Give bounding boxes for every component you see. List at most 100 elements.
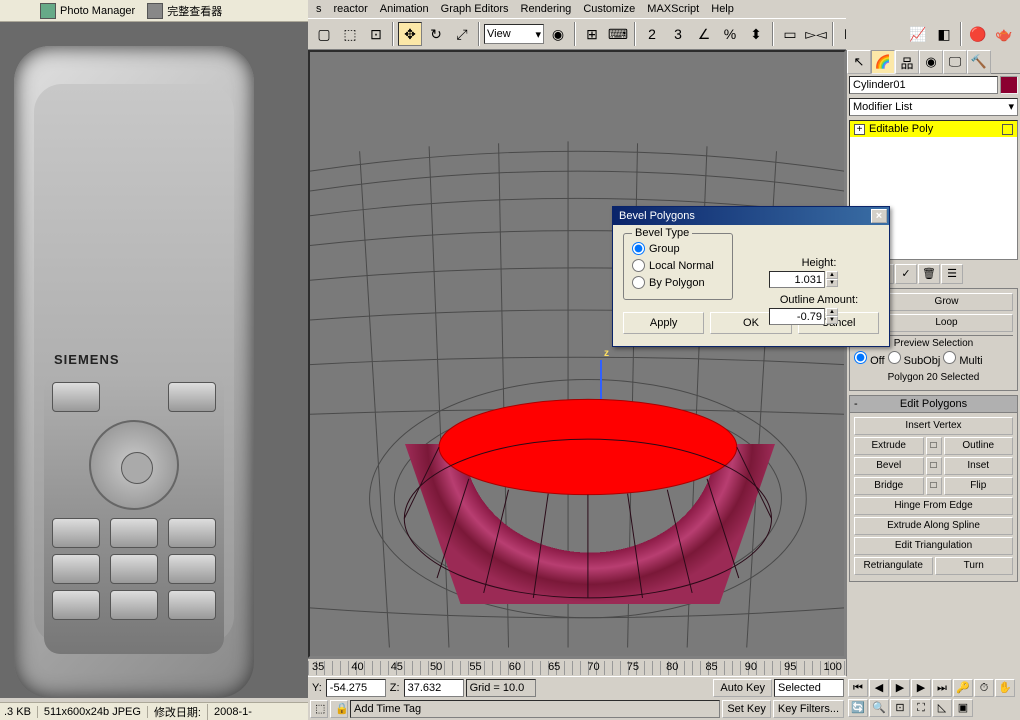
loop-button[interactable]: Loop <box>880 314 1013 332</box>
preview-off-radio[interactable]: Off <box>854 351 885 367</box>
apply-button[interactable]: Apply <box>623 312 704 334</box>
add-time-tag[interactable]: Add Time Tag <box>350 700 720 718</box>
modify-tab-icon[interactable]: 🌈 <box>871 50 895 74</box>
editable-poly-item[interactable]: + Editable Poly <box>850 121 1017 137</box>
expand-icon[interactable]: + <box>854 124 865 135</box>
zoom-all-icon[interactable]: ⊡ <box>890 699 910 717</box>
mirror-icon[interactable]: ▻◅ <box>804 22 828 46</box>
spinner-snap-icon[interactable]: ⬍ <box>744 22 768 46</box>
object-name-field[interactable]: Cylinder01 <box>849 76 998 94</box>
next-frame-icon[interactable]: ▶ <box>911 679 931 697</box>
select-manipulate-icon[interactable]: ⊞ <box>580 22 604 46</box>
z-coord-field[interactable]: 37.632 <box>404 679 464 697</box>
key-filters-button[interactable]: Key Filters... <box>773 700 844 718</box>
preview-multi-radio[interactable]: Multi <box>943 351 982 367</box>
photo-manager-link[interactable]: Photo Manager <box>40 3 135 19</box>
render-scene-icon[interactable]: 🫖 <box>992 22 1016 46</box>
hinge-from-edge-button[interactable]: Hinge From Edge <box>854 497 1013 515</box>
bevel-settings-icon[interactable]: □ <box>926 457 942 475</box>
snap-2d-icon[interactable]: 2 <box>640 22 664 46</box>
menu-reactor[interactable]: reactor <box>328 3 374 15</box>
keyboard-shortcut-icon[interactable]: ⌨ <box>606 22 630 46</box>
outline-input[interactable] <box>769 308 825 325</box>
time-config-icon[interactable]: ⏱ <box>974 679 994 697</box>
move-tool-icon[interactable]: ✥ <box>398 22 422 46</box>
pivot-icon[interactable]: ◉ <box>546 22 570 46</box>
lock-selection-icon[interactable]: 🔒 <box>330 700 348 718</box>
select-crossing-icon[interactable]: ⊡ <box>364 22 388 46</box>
angle-snap-icon[interactable]: ∠ <box>692 22 716 46</box>
auto-key-button[interactable]: Auto Key <box>713 679 772 697</box>
utilities-tab-icon[interactable]: 🔨 <box>967 50 991 74</box>
menu-help[interactable]: Help <box>705 3 740 15</box>
grow-button[interactable]: Grow <box>880 293 1013 311</box>
turn-button[interactable]: Turn <box>935 557 1014 575</box>
object-color-swatch[interactable] <box>1000 76 1018 94</box>
modifier-list-dropdown[interactable]: Modifier List▾ <box>849 98 1018 116</box>
close-icon[interactable]: × <box>871 209 887 223</box>
height-input[interactable] <box>769 271 825 288</box>
spin-down-icon[interactable]: ▼ <box>826 279 838 287</box>
stack-toggle-icon[interactable] <box>1002 124 1013 135</box>
retriangulate-button[interactable]: Retriangulate <box>854 557 933 575</box>
time-ruler[interactable]: 354045 505560 657075 808590 95100 <box>308 658 846 676</box>
prev-frame-icon[interactable]: ◀ <box>869 679 889 697</box>
zoom-icon[interactable]: 🔍 <box>869 699 889 717</box>
rollout-header[interactable]: -Edit Polygons <box>850 396 1017 413</box>
script-listener-icon[interactable]: ⬚ <box>310 700 328 718</box>
menu-rendering[interactable]: Rendering <box>515 3 578 15</box>
spin-up-icon[interactable]: ▲ <box>826 308 838 316</box>
configure-sets-icon[interactable]: ☰ <box>941 264 963 284</box>
key-filter-dropdown[interactable]: Selected <box>774 679 844 697</box>
play-icon[interactable]: ▶ <box>890 679 910 697</box>
extrude-button[interactable]: Extrude <box>854 437 924 455</box>
scale-tool-icon[interactable]: ⤢ <box>450 22 474 46</box>
bridge-settings-icon[interactable]: □ <box>926 477 942 495</box>
bevel-button[interactable]: Bevel <box>854 457 924 475</box>
select-region-icon[interactable]: ▢ <box>312 22 336 46</box>
maximize-viewport-icon[interactable]: ▣ <box>953 699 973 717</box>
extrude-settings-icon[interactable]: □ <box>926 437 942 455</box>
inset-button[interactable]: Inset <box>944 457 1014 475</box>
curve-editor-icon[interactable]: 📈 <box>906 22 930 46</box>
menu-maxscript[interactable]: MAXScript <box>641 3 705 15</box>
outline-button[interactable]: Outline <box>944 437 1014 455</box>
named-selection-icon[interactable]: ▭ <box>778 22 802 46</box>
menu-customize[interactable]: Customize <box>577 3 641 15</box>
extrude-along-spline-button[interactable]: Extrude Along Spline <box>854 517 1013 535</box>
pan-view-icon[interactable]: ✋ <box>995 679 1015 697</box>
insert-vertex-button[interactable]: Insert Vertex <box>854 417 1013 435</box>
radio-by-polygon[interactable]: By Polygon <box>632 276 724 289</box>
schematic-view-icon[interactable]: ◧ <box>932 22 956 46</box>
radio-group[interactable]: Group <box>632 242 724 255</box>
flip-button[interactable]: Flip <box>944 477 1014 495</box>
hierarchy-tab-icon[interactable]: 品 <box>895 50 919 74</box>
display-tab-icon[interactable]: 🖵 <box>943 50 967 74</box>
spin-up-icon[interactable]: ▲ <box>826 271 838 279</box>
spin-down-icon[interactable]: ▼ <box>826 316 838 324</box>
menu-graph-editors[interactable]: Graph Editors <box>435 3 515 15</box>
snap-3d-icon[interactable]: 3 <box>666 22 690 46</box>
field-of-view-icon[interactable]: ◺ <box>932 699 952 717</box>
remove-modifier-icon[interactable]: 🗑 <box>918 264 940 284</box>
edit-triangulation-button[interactable]: Edit Triangulation <box>854 537 1013 555</box>
key-mode-icon[interactable]: 🔑 <box>953 679 973 697</box>
goto-end-icon[interactable]: ⏭ <box>932 679 952 697</box>
y-coord-field[interactable]: -54.275 <box>326 679 386 697</box>
motion-tab-icon[interactable]: ◉ <box>919 50 943 74</box>
arc-rotate-icon[interactable]: 🔄 <box>848 699 868 717</box>
outline-spinner[interactable]: ▲▼ <box>769 308 869 325</box>
height-spinner[interactable]: ▲▼ <box>769 271 869 288</box>
reference-coord-dropdown[interactable]: View▾ <box>484 24 544 44</box>
dialog-titlebar[interactable]: Bevel Polygons × <box>613 207 889 225</box>
create-tab-icon[interactable]: ↖ <box>847 50 871 74</box>
rotate-tool-icon[interactable]: ↻ <box>424 22 448 46</box>
full-viewer-link[interactable]: 完整查看器 <box>147 3 222 19</box>
percent-snap-icon[interactable]: % <box>718 22 742 46</box>
make-unique-icon[interactable]: ✓ <box>895 264 917 284</box>
goto-start-icon[interactable]: ⏮ <box>848 679 868 697</box>
menu-animation[interactable]: Animation <box>374 3 435 15</box>
zoom-extents-icon[interactable]: ⛶ <box>911 699 931 717</box>
radio-local-normal[interactable]: Local Normal <box>632 259 724 272</box>
bridge-button[interactable]: Bridge <box>854 477 924 495</box>
